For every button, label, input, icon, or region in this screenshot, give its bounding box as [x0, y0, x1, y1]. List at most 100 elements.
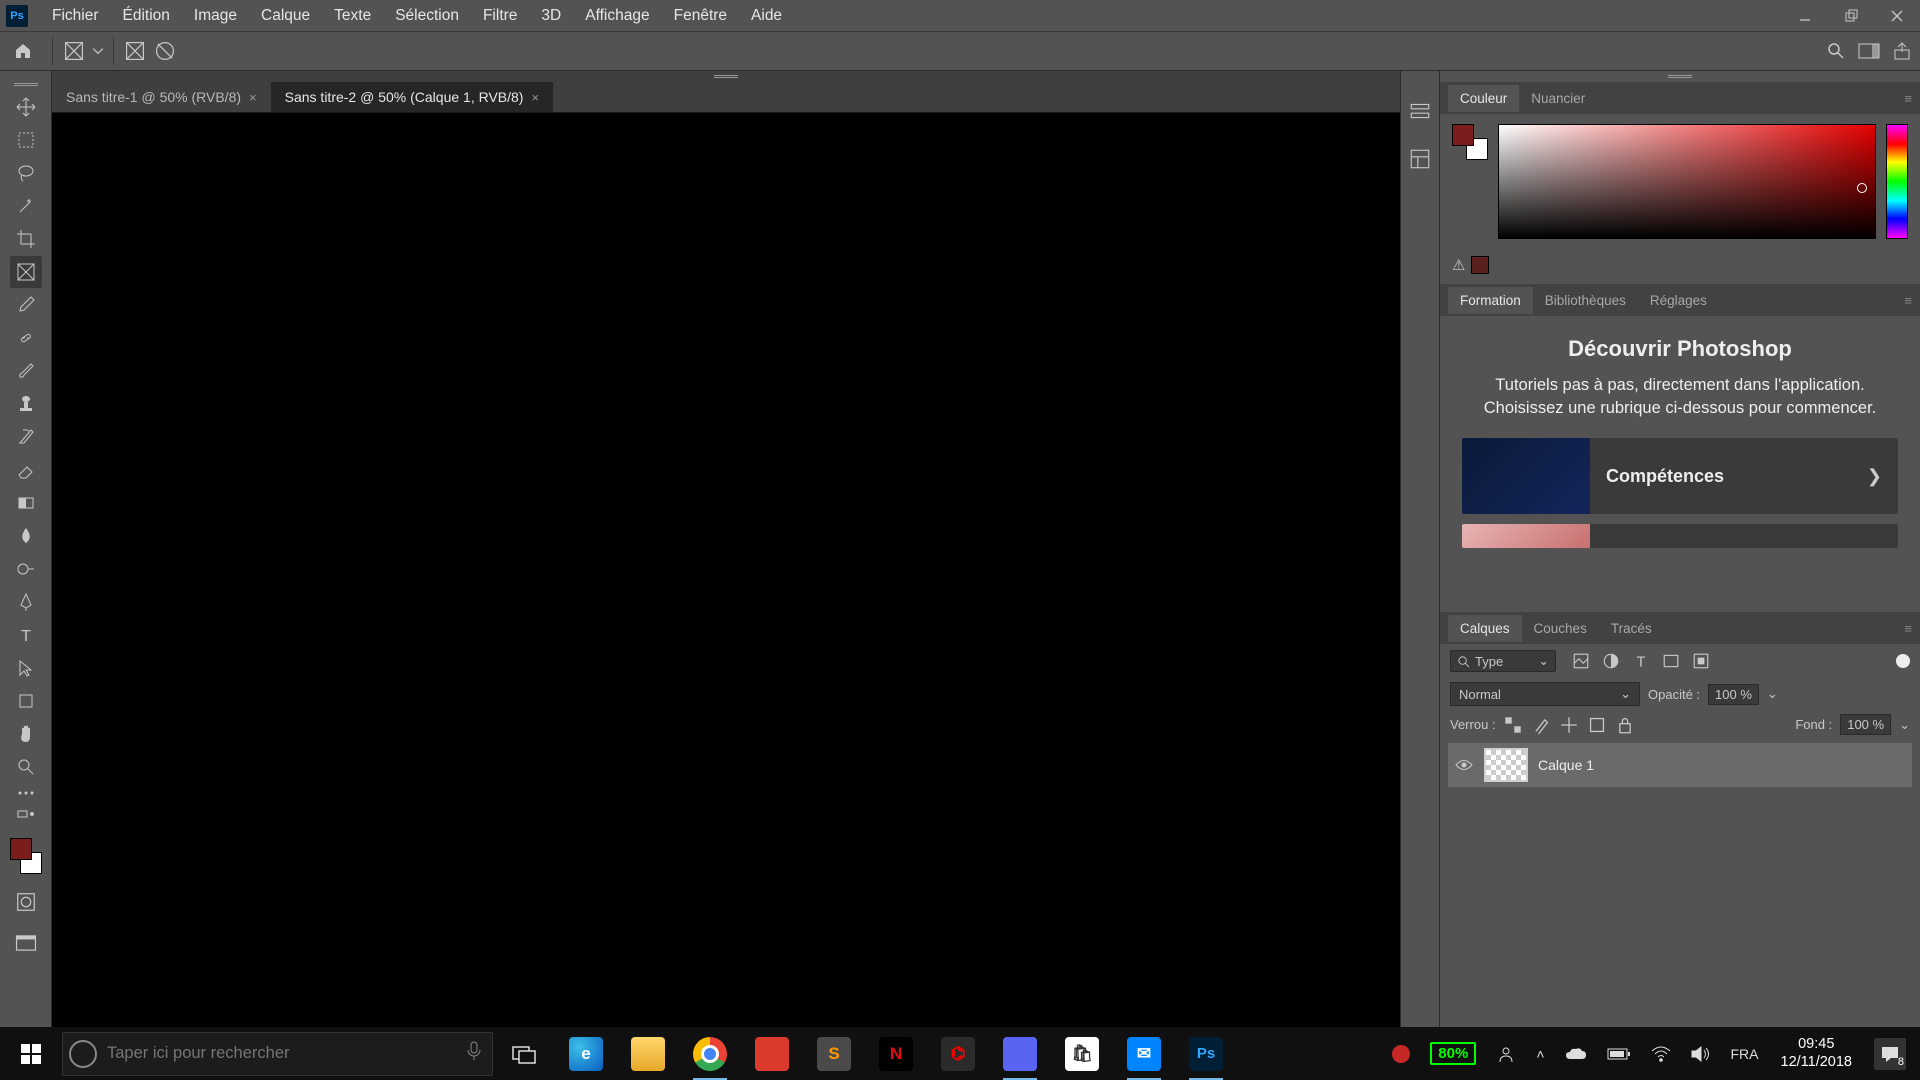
panel-menu-icon[interactable]: ≡ [1904, 621, 1912, 636]
close-icon[interactable]: × [531, 90, 539, 105]
tab-bibliotheques[interactable]: Bibliothèques [1533, 287, 1638, 314]
stamp-tool[interactable] [10, 388, 42, 420]
menu-texte[interactable]: Texte [322, 3, 383, 29]
document-tab-1[interactable]: Sans titre-1 @ 50% (RVB/8)× [52, 82, 271, 112]
close-button[interactable] [1874, 0, 1920, 31]
properties-panel-icon[interactable] [1408, 147, 1432, 171]
taskbar-search[interactable] [62, 1032, 493, 1076]
lasso-tool[interactable] [10, 157, 42, 189]
start-button[interactable] [0, 1027, 62, 1080]
filter-shape-icon[interactable] [1662, 652, 1680, 670]
out-of-gamut-warning[interactable]: ⚠ [1452, 256, 1489, 274]
type-tool[interactable]: T [10, 619, 42, 651]
edit-toolbar-icon[interactable] [10, 803, 42, 823]
action-center-icon[interactable]: 8 [1866, 1027, 1914, 1080]
hue-slider[interactable] [1886, 124, 1908, 239]
tab-reglages[interactable]: Réglages [1638, 287, 1719, 314]
frame-tool[interactable] [10, 256, 42, 288]
saturation-value-field[interactable] [1498, 124, 1876, 239]
tray-chevron-up-icon[interactable]: ˄ [1528, 1027, 1552, 1080]
menu-image[interactable]: Image [182, 3, 249, 29]
filter-pixel-icon[interactable] [1572, 652, 1590, 670]
path-selection-tool[interactable] [10, 652, 42, 684]
menu-3d[interactable]: 3D [529, 3, 573, 29]
battery-indicator[interactable]: 80% [1422, 1027, 1484, 1080]
layer-name[interactable]: Calque 1 [1538, 757, 1594, 773]
foreground-color-swatch[interactable] [10, 838, 32, 860]
document-tab-2[interactable]: Sans titre-2 @ 50% (Calque 1, RVB/8)× [271, 82, 553, 112]
wand-tool[interactable] [10, 190, 42, 222]
taskbar-app-messenger[interactable]: ✉ [1113, 1027, 1175, 1080]
move-tool[interactable] [10, 91, 42, 123]
pen-tool[interactable] [10, 586, 42, 618]
filter-toggle[interactable] [1896, 654, 1910, 668]
share-icon[interactable] [1892, 41, 1912, 61]
filter-adjust-icon[interactable] [1602, 652, 1620, 670]
filter-type-icon[interactable]: T [1632, 652, 1650, 670]
screenmode-icon[interactable] [13, 930, 39, 956]
option-icon-2[interactable] [153, 39, 177, 63]
crop-tool[interactable] [10, 223, 42, 255]
menu-filtre[interactable]: Filtre [471, 3, 529, 29]
close-icon[interactable]: × [249, 90, 257, 105]
minimize-button[interactable] [1782, 0, 1828, 31]
taskbar-app-store[interactable]: 🛍 [1051, 1027, 1113, 1080]
learn-card-competences[interactable]: Compétences ❯ [1462, 438, 1898, 514]
eraser-tool[interactable] [10, 454, 42, 486]
eyedropper-tool[interactable] [10, 289, 42, 321]
lock-image-icon[interactable] [1532, 716, 1550, 734]
menu-selection[interactable]: Sélection [383, 3, 471, 29]
layer-item[interactable]: Calque 1 [1448, 743, 1912, 787]
menu-aide[interactable]: Aide [739, 3, 794, 29]
lock-position-icon[interactable] [1560, 716, 1578, 734]
taskbar-app-discord[interactable] [989, 1027, 1051, 1080]
layer-thumbnail[interactable] [1484, 748, 1528, 782]
menu-fenetre[interactable]: Fenêtre [662, 3, 739, 29]
workspace-icon[interactable] [1858, 41, 1880, 61]
visibility-toggle-icon[interactable] [1454, 758, 1474, 772]
search-input[interactable] [107, 1044, 466, 1063]
canvas[interactable] [52, 112, 1400, 1065]
dodge-tool[interactable] [10, 553, 42, 585]
tab-nuancier[interactable]: Nuancier [1519, 85, 1597, 112]
clock[interactable]: 09:45 12/11/2018 [1771, 1036, 1863, 1071]
tab-traces[interactable]: Tracés [1599, 615, 1664, 642]
menu-calque[interactable]: Calque [249, 3, 322, 29]
learn-card-next[interactable] [1462, 524, 1898, 548]
onedrive-icon[interactable] [1557, 1027, 1595, 1080]
hand-tool[interactable] [10, 718, 42, 750]
wifi-icon[interactable] [1643, 1027, 1679, 1080]
taskbar-app-cc[interactable]: ⌬ [927, 1027, 989, 1080]
brush-tool[interactable] [10, 355, 42, 387]
blend-mode-select[interactable]: Normal⌄ [1450, 682, 1640, 706]
quickmask-icon[interactable] [13, 889, 39, 915]
blur-tool[interactable] [10, 520, 42, 552]
taskbar-app-edge[interactable]: e [555, 1027, 617, 1080]
home-button[interactable] [8, 36, 38, 66]
tray-app-icon[interactable] [1384, 1027, 1418, 1080]
panel-menu-icon[interactable]: ≡ [1904, 91, 1912, 106]
taskbar-app-chrome[interactable] [679, 1027, 741, 1080]
taskbar-app-explorer[interactable] [617, 1027, 679, 1080]
zoom-tool[interactable] [10, 751, 42, 783]
taskbar-app-netflix[interactable]: N [865, 1027, 927, 1080]
filter-smart-icon[interactable] [1692, 652, 1710, 670]
gradient-tool[interactable] [10, 487, 42, 519]
tool-preset-icon[interactable] [62, 39, 86, 63]
taskbar-app-photoshop[interactable]: Ps [1175, 1027, 1237, 1080]
layer-kind-filter[interactable]: Type ⌄ [1450, 650, 1556, 672]
more-tools-icon[interactable] [10, 784, 42, 802]
color-panel-swatches[interactable] [1452, 124, 1488, 160]
lock-all-icon[interactable] [1616, 716, 1634, 734]
toolbox-collapse[interactable] [14, 79, 38, 90]
people-icon[interactable] [1488, 1027, 1524, 1080]
volume-icon[interactable] [1683, 1027, 1719, 1080]
tab-couleur[interactable]: Couleur [1448, 85, 1519, 112]
menu-edition[interactable]: Édition [111, 3, 182, 29]
tab-formation[interactable]: Formation [1448, 287, 1533, 314]
color-cursor-icon[interactable] [1857, 183, 1867, 193]
tab-calques[interactable]: Calques [1448, 615, 1522, 642]
opacity-input[interactable]: 100 % [1708, 684, 1759, 705]
shape-tool[interactable] [10, 685, 42, 717]
panel-menu-icon[interactable]: ≡ [1904, 293, 1912, 308]
